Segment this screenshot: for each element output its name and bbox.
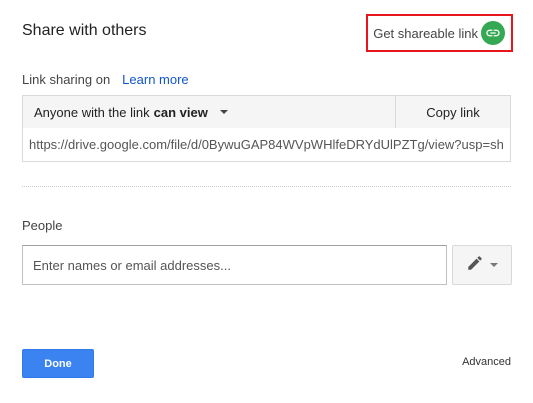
dropdown-caret-icon <box>219 110 228 114</box>
chevron-down-icon <box>490 263 498 267</box>
access-level: can view <box>153 104 208 120</box>
link-sharing-row: Link sharing on Learn more <box>22 72 189 87</box>
people-input[interactable] <box>22 245 447 285</box>
link-access-bar: Anyone with the link can view Copy link <box>22 95 511 129</box>
learn-more-link[interactable]: Learn more <box>122 72 188 87</box>
link-sharing-status: Link sharing on <box>22 72 111 87</box>
section-divider <box>22 186 511 187</box>
pencil-icon <box>466 254 484 277</box>
people-label: People <box>22 218 63 233</box>
link-icon <box>481 21 505 45</box>
done-button[interactable]: Done <box>22 349 94 378</box>
get-shareable-link-button[interactable]: Get shareable link <box>366 14 513 52</box>
dialog-title: Share with others <box>22 22 147 39</box>
access-prefix: Anyone with the link <box>34 104 150 120</box>
copy-link-button[interactable]: Copy link <box>395 96 510 128</box>
share-url-field[interactable] <box>22 128 511 162</box>
advanced-link[interactable]: Advanced <box>462 356 511 368</box>
permission-dropdown-button[interactable] <box>452 245 512 285</box>
get-shareable-link-label: Get shareable link <box>373 25 478 41</box>
link-access-dropdown[interactable]: Anyone with the link can view <box>23 96 395 128</box>
